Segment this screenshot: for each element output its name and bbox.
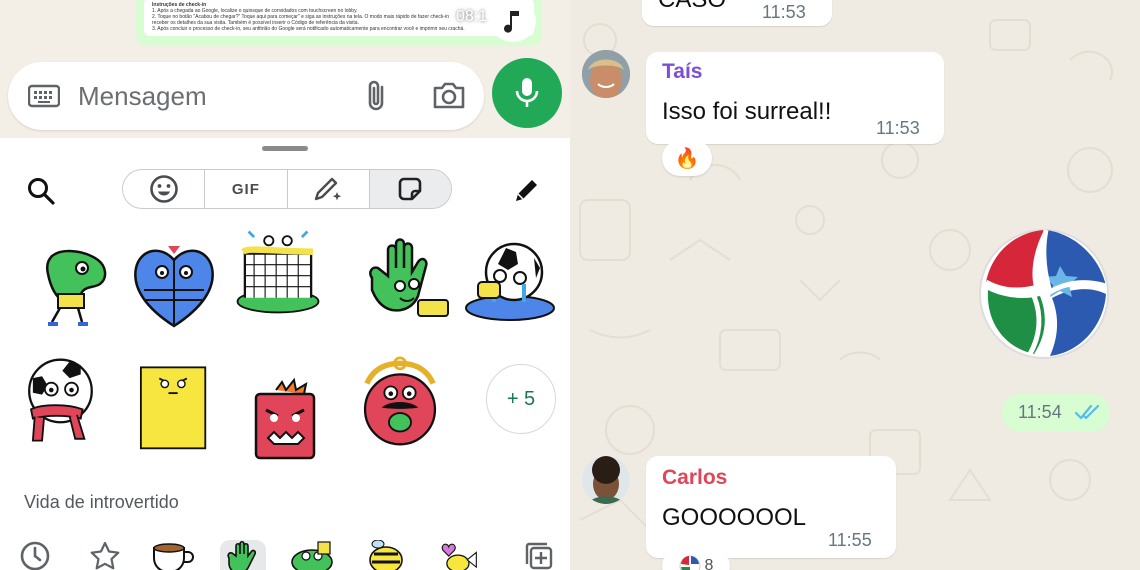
preview-time: 08:1	[456, 8, 488, 25]
sticker-pack-introvert[interactable]	[220, 540, 266, 570]
sticker-icon	[399, 177, 422, 201]
heart-trumpet-icon	[441, 543, 477, 570]
smiley-icon	[149, 175, 178, 203]
message-time: 11:55	[828, 530, 872, 550]
sticker-stopwatch-mustache[interactable]	[354, 356, 446, 448]
sender-name: Carlos	[662, 466, 728, 489]
chat-conversation: CASO 11:53 Taís Isso foi surreal!! 11:53…	[570, 0, 1140, 570]
voice-message-button[interactable]	[492, 58, 562, 128]
fire-reaction-icon: 🔥	[674, 147, 700, 170]
more-stickers-label: + 5	[506, 387, 536, 410]
message-bubble[interactable]: CASO 11:53	[642, 0, 832, 26]
message-bubble[interactable]: Taís Isso foi surreal!! 11:53	[646, 52, 944, 144]
sticker-pack-bee[interactable]	[364, 540, 410, 570]
sticker-pack-title: Vida de introvertido	[24, 492, 179, 512]
message-input-placeholder[interactable]: Mensagem	[78, 81, 207, 112]
sticker-angry-red-card[interactable]	[246, 376, 338, 468]
add-sticker-icon	[525, 542, 553, 570]
sticker-goalkeeper-glove[interactable]	[360, 238, 452, 330]
favorite-stickers-button[interactable]	[82, 540, 128, 570]
coffee-cup-icon	[153, 543, 194, 570]
reaction-badge[interactable]: 8	[662, 548, 730, 570]
add-sticker-pack-button[interactable]	[516, 540, 562, 570]
message-text: CASO	[658, 0, 726, 14]
reaction-badge[interactable]: 🔥	[662, 140, 712, 176]
green-hand-sticker-icon	[227, 540, 256, 570]
edit-pencil-icon[interactable]	[512, 175, 542, 205]
sticker-panel: GIF + 5 Vida de introvertido	[0, 138, 570, 570]
sticker-composer-panel: Instruções de check-in 1. Após a chegada…	[0, 0, 570, 570]
drag-handle[interactable]	[262, 146, 308, 151]
tab-emoji[interactable]	[123, 170, 206, 208]
contact-photo-tais	[582, 50, 630, 98]
double-check-read-icon	[1074, 404, 1100, 420]
camera-icon[interactable]	[432, 80, 466, 110]
sticker-type-tabs: GIF	[122, 169, 452, 209]
sticker-pack-bar	[0, 536, 570, 570]
document-preview-bubble[interactable]: Instruções de check-in 1. Após a chegada…	[136, 0, 542, 46]
message-time: 11:53	[762, 2, 806, 22]
more-stickers-button[interactable]: + 5	[486, 364, 556, 434]
message-text: GOOOOOOL	[662, 504, 807, 531]
recent-stickers-button[interactable]	[12, 540, 58, 570]
sticker-green-hand-fox[interactable]	[30, 238, 122, 330]
search-icon[interactable]	[26, 176, 56, 206]
attach-paperclip-icon[interactable]	[364, 78, 390, 114]
tab-gif[interactable]: GIF	[205, 170, 288, 208]
clock-icon	[20, 541, 50, 570]
avatar[interactable]	[582, 50, 630, 98]
sticker-crying-ball[interactable]	[464, 236, 556, 328]
tab-stickers[interactable]	[369, 170, 451, 208]
contact-photo-carlos	[582, 456, 630, 504]
bee-icon	[369, 540, 403, 570]
sticker-blue-heart-hands[interactable]	[128, 238, 220, 330]
message-text: Isso foi surreal!!	[662, 98, 832, 125]
sender-name: Taís	[662, 60, 703, 83]
microphone-icon	[515, 78, 539, 107]
message-bubble[interactable]: Carlos GOOOOOOL 11:55	[646, 456, 896, 558]
star-icon	[90, 541, 120, 570]
chat-background-strip: Instruções de check-in 1. Após a chegada…	[0, 0, 570, 138]
keyboard-icon[interactable]	[28, 84, 60, 108]
outgoing-message-status[interactable]: 11:54	[1002, 394, 1110, 432]
sticker-pack-heart[interactable]	[434, 540, 480, 570]
message-input-bar[interactable]: Mensagem	[8, 62, 484, 130]
sticker-pack-green[interactable]	[290, 540, 336, 570]
sticker-goal-net[interactable]	[232, 226, 324, 318]
avatar[interactable]	[582, 456, 630, 504]
reaction-count: 8	[704, 557, 714, 570]
music-note-icon	[504, 11, 519, 33]
document-line: 3. Após concluir o processo de check-in,…	[152, 26, 465, 32]
ball-reaction-icon	[679, 555, 701, 570]
sticker-pack-coffee[interactable]	[150, 540, 196, 570]
green-creature-icon	[291, 541, 333, 570]
audio-button[interactable]	[490, 0, 536, 42]
message-time: 11:53	[876, 118, 920, 138]
sticker-ball-scarf[interactable]	[20, 356, 112, 448]
pencil-sparkle-icon	[314, 177, 342, 201]
sent-sticker-ball[interactable]	[976, 226, 1112, 362]
sticker-yellow-card[interactable]	[128, 360, 220, 452]
tab-gif-label: GIF	[231, 180, 260, 198]
message-time: 11:54	[1018, 402, 1062, 422]
tab-create-sticker[interactable]	[288, 170, 370, 208]
